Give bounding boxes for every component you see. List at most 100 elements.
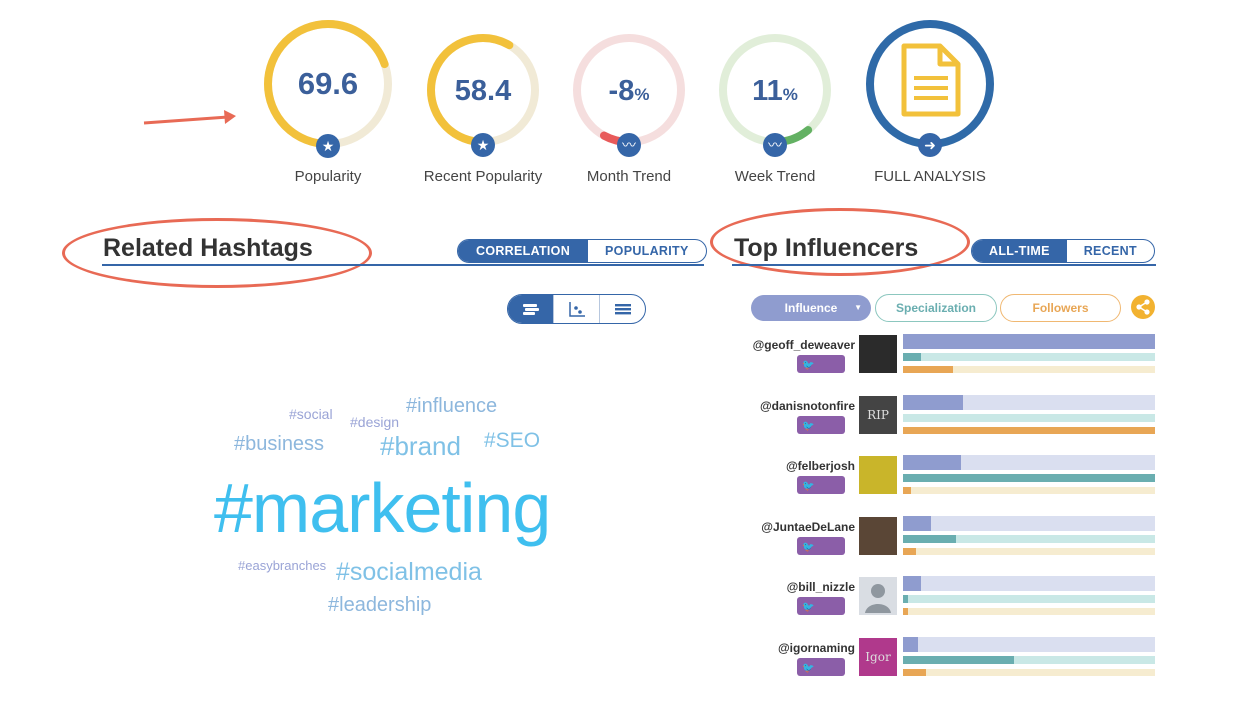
track-label: Track bbox=[802, 498, 832, 512]
full-analysis-button[interactable]: ➜ FULL ANALYSIS bbox=[860, 18, 1000, 198]
annotation-arrow bbox=[143, 110, 236, 125]
influencers-divider bbox=[732, 264, 1156, 266]
followers-filter[interactable]: Followers bbox=[1000, 294, 1121, 322]
avatar[interactable] bbox=[859, 456, 897, 494]
specialization-filter[interactable]: Specialization bbox=[875, 294, 997, 322]
influence-bar-track bbox=[903, 576, 1155, 591]
scatter-view-icon bbox=[568, 302, 585, 317]
tab-recent[interactable]: RECENT bbox=[1067, 240, 1154, 262]
annotation-oval-hashtags bbox=[62, 218, 372, 288]
gauge-value: 58.4 bbox=[454, 75, 512, 107]
track-button[interactable]: 🐦 Track bbox=[797, 597, 845, 633]
avatar[interactable]: RIP bbox=[859, 395, 897, 434]
followers-bar-track bbox=[903, 668, 1155, 676]
gauge-popularity[interactable]: 69.6 ★ Popularity bbox=[258, 18, 398, 198]
avatar[interactable] bbox=[859, 516, 897, 555]
hashtag[interactable]: #influence bbox=[406, 395, 497, 418]
hashtag[interactable]: #leadership bbox=[328, 594, 431, 617]
twitter-icon: 🐦 bbox=[802, 541, 815, 553]
gauge-month-trend[interactable]: -8% 〰 Month Trend bbox=[559, 30, 699, 210]
gauge-label: Popularity bbox=[294, 168, 362, 185]
star-icon: ★ bbox=[316, 134, 340, 158]
followers-bar bbox=[903, 608, 908, 615]
twitter-icon: 🐦 bbox=[802, 662, 815, 674]
influence-bar bbox=[903, 334, 1155, 349]
influence-filter-dropdown[interactable]: Influence ▼ bbox=[751, 295, 871, 321]
hashtag[interactable]: #SEO bbox=[484, 429, 540, 453]
track-label: Track bbox=[802, 558, 832, 573]
track-label: Track bbox=[802, 437, 832, 452]
influencer-handle[interactable]: @geoff_deweaver bbox=[725, 338, 855, 352]
track-label: Track bbox=[802, 619, 832, 633]
specialization-bar bbox=[903, 595, 908, 603]
track-label: Track bbox=[802, 377, 832, 391]
hashtag[interactable]: #business bbox=[234, 433, 324, 456]
gauge-week-trend[interactable]: 11% 〰 Week Trend bbox=[705, 30, 845, 210]
hashtag[interactable]: #social bbox=[289, 406, 333, 422]
hashtag[interactable]: #brand bbox=[380, 431, 461, 462]
followers-bar-track bbox=[903, 608, 1155, 615]
influence-bar bbox=[903, 636, 918, 652]
followers-bar bbox=[903, 366, 953, 373]
twitter-icon: 🐦 bbox=[802, 420, 815, 432]
hashtag[interactable]: #socialmedia bbox=[336, 558, 482, 587]
hashtag[interactable]: #design bbox=[350, 414, 399, 430]
list-view-icon bbox=[614, 304, 631, 315]
tab-popularity[interactable]: POPULARITY bbox=[588, 240, 706, 262]
influence-filter-label: Influence bbox=[784, 301, 838, 315]
twitter-icon: 🐦 bbox=[802, 360, 815, 371]
gauge-recent-popularity[interactable]: 58.4 ★ Recent Popularity bbox=[413, 30, 553, 210]
full-analysis-label: FULL ANALYSIS bbox=[874, 168, 986, 185]
followers-bar-track bbox=[903, 487, 1155, 494]
gauge-value: 11% bbox=[752, 75, 798, 107]
specialization-bar-track bbox=[903, 353, 1155, 361]
gauge-value: 69.6 bbox=[297, 66, 359, 101]
followers-bar bbox=[903, 668, 926, 676]
hashtag[interactable]: #easybranches bbox=[238, 558, 326, 573]
followers-bar bbox=[903, 426, 1155, 434]
avatar[interactable] bbox=[859, 335, 897, 373]
list-view-button[interactable] bbox=[599, 295, 645, 323]
track-label: Track bbox=[802, 679, 832, 694]
specialization-bar bbox=[903, 353, 921, 361]
twitter-icon: 🐦 bbox=[802, 602, 815, 613]
influence-bar bbox=[903, 515, 931, 531]
star-icon: ★ bbox=[471, 133, 495, 157]
track-button[interactable]: 🐦 Track bbox=[797, 476, 845, 512]
trend-icon: 〰 bbox=[763, 133, 787, 157]
track-button[interactable]: 🐦 Track bbox=[797, 536, 845, 573]
scatter-view-button[interactable] bbox=[553, 295, 599, 323]
specialization-bar bbox=[903, 655, 1014, 664]
gauge-label: Week Trend bbox=[734, 168, 816, 185]
tab-correlation[interactable]: CORRELATION bbox=[458, 240, 589, 262]
track-button[interactable]: 🐦 Track bbox=[797, 415, 845, 452]
specialization-bar bbox=[903, 534, 956, 543]
influence-bar-track bbox=[903, 636, 1155, 652]
influence-bar bbox=[903, 394, 963, 410]
gauge-value: -8% bbox=[608, 75, 650, 107]
influencer-handle[interactable]: @igornaming bbox=[725, 641, 855, 655]
specialization-bar-track bbox=[903, 595, 1155, 603]
avatar[interactable] bbox=[859, 577, 897, 615]
cloud-view-button[interactable] bbox=[508, 295, 553, 323]
cloud-view-icon bbox=[522, 304, 539, 315]
influencer-handle[interactable]: @JuntaeDeLane bbox=[725, 520, 855, 534]
influence-bar-track bbox=[903, 515, 1155, 531]
followers-bar-track bbox=[903, 547, 1155, 555]
document-icon bbox=[901, 43, 961, 117]
tab-all-time[interactable]: ALL-TIME bbox=[972, 240, 1067, 262]
influence-bar bbox=[903, 576, 921, 591]
track-button[interactable]: 🐦 Track bbox=[797, 355, 845, 391]
hashtags-divider bbox=[102, 264, 704, 266]
track-button[interactable]: 🐦 Track bbox=[797, 657, 845, 694]
influencer-handle[interactable]: @bill_nizzle bbox=[725, 580, 855, 594]
share-icon[interactable] bbox=[1131, 295, 1155, 319]
hashtag[interactable]: #marketing bbox=[214, 468, 551, 548]
influencer-handle[interactable]: @danisnotonfire bbox=[725, 399, 855, 413]
followers-bar bbox=[903, 487, 911, 494]
view-toggle bbox=[507, 294, 646, 324]
influencer-handle[interactable]: @felberjosh bbox=[725, 459, 855, 473]
avatar[interactable]: Igor bbox=[859, 637, 897, 676]
specialization-bar-track bbox=[903, 413, 1155, 422]
arrow-right-icon: ➜ bbox=[918, 133, 942, 157]
